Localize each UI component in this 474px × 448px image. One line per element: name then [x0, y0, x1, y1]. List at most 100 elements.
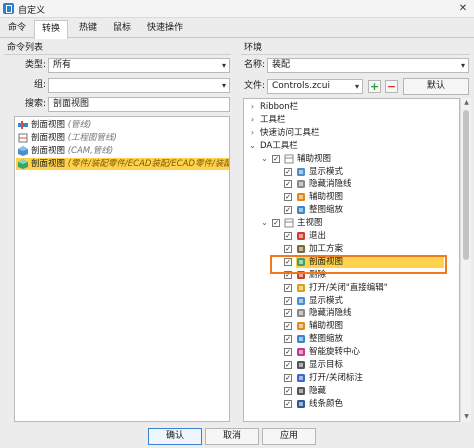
aux-view-icon [297, 193, 305, 202]
tree-checkbox[interactable]: ✓ [284, 206, 292, 215]
tree-item-label[interactable]: 工具栏 [260, 114, 286, 126]
button-bar: 确认 取消 应用 [0, 424, 474, 448]
title-bar: 自定义 ✕ [0, 0, 474, 18]
display-mode-icon [297, 167, 305, 176]
tree-item-label[interactable]: 快速访问工具栏 [260, 127, 320, 139]
scroll-up-icon[interactable]: ▲ [461, 98, 472, 108]
ok-button[interactable]: 确认 [148, 428, 202, 445]
tree-item-label[interactable]: 线条颜色 [309, 398, 343, 410]
close-button[interactable]: ✕ [456, 2, 470, 16]
zoom-all-icon [297, 206, 305, 215]
tree-item-label[interactable]: 打开/关闭标注 [309, 372, 363, 384]
tree-checkbox[interactable]: ✓ [284, 283, 292, 292]
default-button[interactable]: 默认 [403, 78, 469, 95]
hide-icon [297, 386, 305, 395]
app-icon [3, 3, 14, 14]
collapse-chevron-icon[interactable]: ⌄ [248, 140, 257, 152]
list-item-selected[interactable]: 剖面视图 (零件/装配零件/ECAD装配/ECAD零件/装配 [16, 158, 229, 170]
tree-checkbox[interactable]: ✓ [284, 296, 292, 305]
section-view-icon [18, 159, 28, 169]
tree-checkbox[interactable]: ✓ [284, 244, 292, 253]
tree-item-label[interactable]: 显示模式 [309, 166, 343, 178]
expand-chevron-icon[interactable]: › [248, 127, 257, 139]
tree-checkbox[interactable]: ✓ [284, 348, 292, 357]
tree-checkbox[interactable]: ✓ [284, 167, 292, 176]
search-label: 搜索: [24, 99, 46, 109]
expand-chevron-icon[interactable]: › [248, 101, 257, 113]
tab-hotkeys[interactable]: 热键 [72, 20, 104, 38]
collapse-chevron-icon[interactable]: ⌄ [260, 153, 269, 165]
tree-item-label[interactable]: 退出 [309, 230, 326, 242]
tree-item-label[interactable]: 加工方案 [309, 243, 343, 255]
group-select[interactable]: ▾ [48, 78, 230, 93]
list-item-label: 剖面视图 (零件/装配零件/ECAD装配/ECAD零件/装配 [31, 159, 230, 169]
tab-commands[interactable]: 命令 [2, 20, 32, 38]
list-item[interactable]: 剖面视图 (工程图管线) [16, 132, 229, 144]
type-label: 类型: [24, 60, 46, 70]
tree-checkbox[interactable]: ✓ [284, 180, 292, 189]
left-group-rule [4, 54, 231, 55]
tree-item-label[interactable]: 打开/关闭"直接编辑" [309, 282, 388, 294]
search-input[interactable]: 剖面视图 [48, 97, 230, 112]
tree-item-label[interactable]: 显示模式 [309, 295, 343, 307]
tree-item-label[interactable]: 辅助视图 [297, 153, 331, 165]
chevron-down-icon: ▾ [354, 82, 359, 91]
list-item-label: 剖面视图 (工程图管线) [31, 133, 117, 143]
pipe-section-icon [18, 121, 28, 129]
tree-checkbox[interactable]: ✓ [272, 154, 280, 163]
list-item[interactable]: 剖面视图 (管线) [16, 119, 229, 131]
tree-scrollbar[interactable]: ▲ ▼ [460, 98, 471, 422]
command-list[interactable]: 剖面视图 (管线) 剖面视图 (工程图管线) 剖面视图 (CAM,管线) 剖面视… [14, 116, 230, 422]
list-item-label: 剖面视图 (CAM,管线) [31, 146, 114, 156]
chevron-down-icon: ▾ [221, 61, 226, 70]
scroll-thumb[interactable] [463, 110, 469, 260]
list-item[interactable]: 剖面视图 (CAM,管线) [16, 145, 229, 157]
environment-select[interactable]: 装配 ▾ [267, 58, 469, 73]
remove-file-button[interactable]: − [385, 80, 398, 93]
tree-item-label[interactable]: DA工具栏 [260, 140, 298, 152]
tree-item-label[interactable]: 主视图 [297, 217, 323, 229]
type-select[interactable]: 所有 ▾ [48, 58, 230, 73]
file-select-value: Controls.zcui [272, 81, 330, 91]
tree-item-label[interactable]: 整图缩放 [309, 333, 343, 345]
tree-checkbox[interactable]: ✓ [284, 335, 292, 344]
tree-checkbox[interactable]: ✓ [284, 399, 292, 408]
show-target-icon [297, 361, 305, 369]
file-select[interactable]: Controls.zcui ▾ [267, 79, 363, 94]
chevron-down-icon: ▾ [460, 61, 465, 70]
tree-checkbox[interactable]: ✓ [284, 309, 292, 318]
apply-button[interactable]: 应用 [262, 428, 316, 445]
tree-item-label[interactable]: 隐藏 [309, 385, 326, 397]
tree-item-label[interactable]: Ribbon栏 [260, 101, 298, 113]
list-item-label: 剖面视图 (管线) [31, 120, 92, 130]
tree-checkbox[interactable]: ✓ [284, 361, 292, 369]
cancel-button[interactable]: 取消 [205, 428, 259, 445]
tree-item-label[interactable]: 隐藏消隐线 [309, 178, 352, 190]
right-group-rule [241, 54, 470, 55]
tree-checkbox[interactable]: ✓ [284, 373, 292, 382]
chevron-down-icon: ▾ [221, 81, 226, 90]
command-list-header: 命令列表 [7, 43, 44, 53]
tab-convert[interactable]: 转换 [34, 20, 68, 39]
scroll-down-icon[interactable]: ▼ [461, 412, 472, 422]
tree-item-label[interactable]: 辅助视图 [309, 191, 343, 203]
tree-checkbox[interactable]: ✓ [284, 322, 292, 331]
tree-checkbox[interactable]: ✓ [284, 386, 292, 395]
tree-checkbox[interactable]: ✓ [272, 219, 280, 228]
tree-checkbox[interactable]: ✓ [284, 193, 292, 202]
tree-item-label[interactable]: 隐藏消隐线 [309, 307, 352, 319]
tree-item-label[interactable]: 显示目标 [309, 359, 343, 371]
expand-chevron-icon[interactable]: › [248, 114, 257, 126]
tab-mouse[interactable]: 鼠标 [106, 20, 138, 38]
hidden-line-icon [297, 180, 305, 189]
tree-checkbox[interactable]: ✓ [284, 232, 292, 240]
tab-quick-actions[interactable]: 快速操作 [140, 20, 190, 38]
tree-item-label[interactable]: 智能旋转中心 [309, 346, 360, 358]
add-file-button[interactable]: + [368, 80, 381, 93]
machining-icon [297, 244, 305, 253]
tree-item-label[interactable]: 整图缩放 [309, 204, 343, 216]
name-label: 名称: [243, 60, 265, 70]
group-label: 组: [33, 80, 46, 90]
collapse-chevron-icon[interactable]: ⌄ [260, 217, 269, 229]
tree-item-label[interactable]: 辅助视图 [309, 320, 343, 332]
